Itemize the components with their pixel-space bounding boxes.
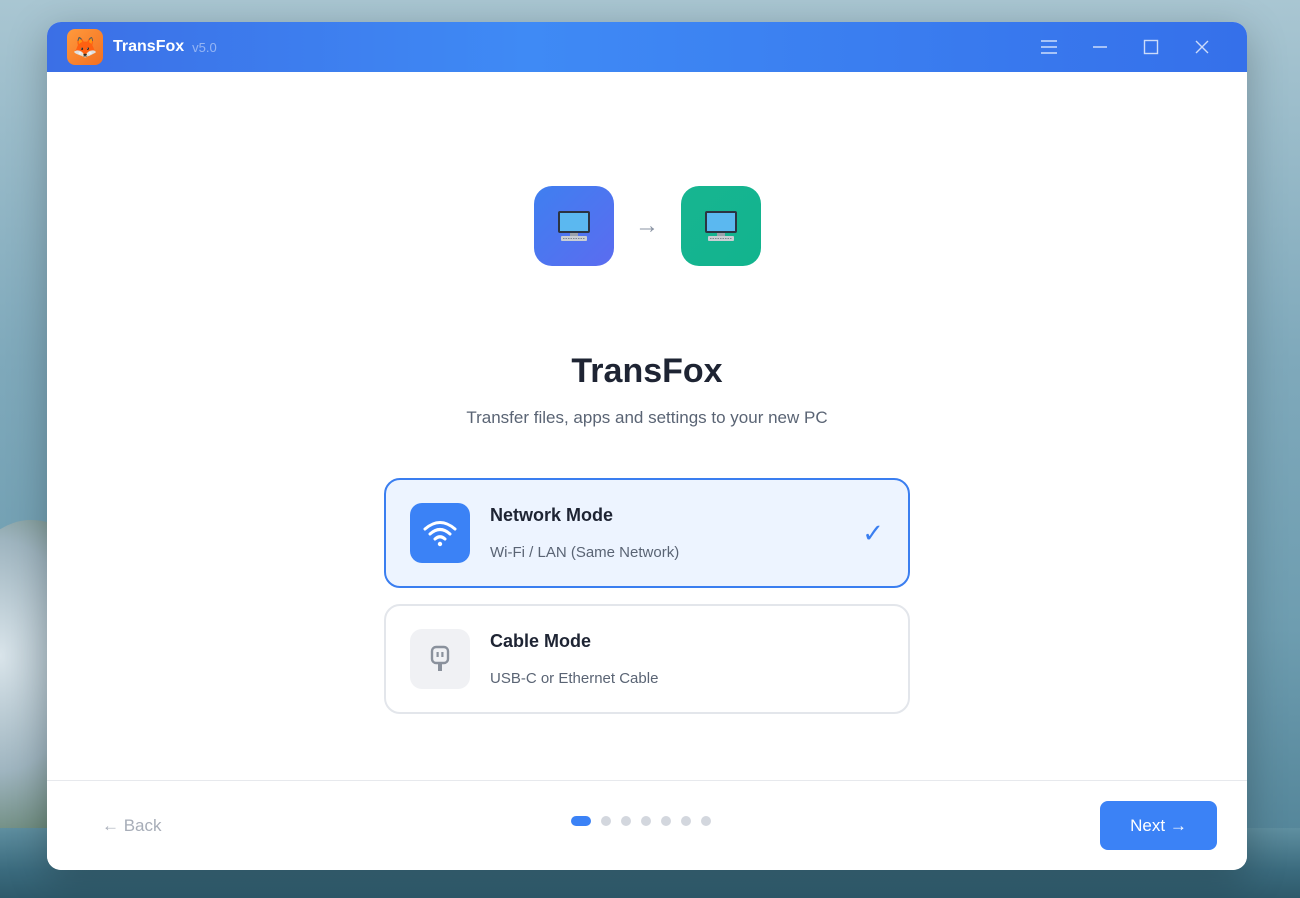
main-content: → TransFox Transfer files, apps and sett…	[47, 72, 1247, 780]
network-mode-option[interactable]: Network Mode Wi-Fi / LAN (Same Network) …	[384, 478, 910, 588]
new-pc-icon	[680, 186, 761, 266]
step-indicator	[571, 816, 711, 826]
step-dot	[621, 816, 631, 826]
step-dot	[661, 816, 671, 826]
cable-mode-title: Cable Mode	[490, 631, 592, 651]
step-dot-active	[571, 816, 591, 826]
plug-icon	[410, 629, 470, 689]
close-button[interactable]	[1176, 22, 1227, 72]
network-mode-description: Wi-Fi / LAN (Same Network)	[490, 544, 680, 561]
maximize-icon	[1143, 39, 1158, 55]
page-title: TransFox	[571, 352, 723, 390]
minimize-icon	[1092, 46, 1107, 48]
close-icon	[1195, 40, 1208, 54]
transfer-arrow-icon: →	[635, 212, 659, 239]
checkmark-icon: ✓	[862, 517, 884, 548]
old-pc-icon	[533, 186, 614, 266]
network-mode-title: Network Mode	[490, 505, 614, 525]
hamburger-icon	[1040, 40, 1057, 54]
title-bar[interactable]: 🦊 TransFox v5.0	[47, 22, 1247, 72]
next-button[interactable]: Next →	[1100, 801, 1217, 850]
fox-logo-icon: 🦊	[67, 29, 103, 65]
back-button[interactable]: ← Back	[102, 816, 162, 836]
minimize-button[interactable]	[1074, 22, 1125, 72]
step-dot	[701, 816, 711, 826]
app-name: TransFox	[113, 38, 185, 55]
app-window: 🦊 TransFox v5.0 → TransFox Transfer file…	[47, 22, 1247, 870]
menu-button[interactable]	[1023, 22, 1074, 72]
step-dot	[681, 816, 691, 826]
app-version: v5.0	[192, 39, 217, 55]
cable-mode-description: USB-C or Ethernet Cable	[490, 670, 659, 687]
wifi-icon	[410, 503, 470, 563]
page-subtitle: Transfer files, apps and settings to you…	[466, 408, 828, 427]
step-dot	[641, 816, 651, 826]
cable-mode-option[interactable]: Cable Mode USB-C or Ethernet Cable	[384, 604, 910, 714]
maximize-button[interactable]	[1125, 22, 1176, 72]
wizard-footer: ← Back Next →	[47, 780, 1247, 870]
transfer-illustration: →	[47, 186, 1247, 266]
step-dot	[601, 816, 611, 826]
